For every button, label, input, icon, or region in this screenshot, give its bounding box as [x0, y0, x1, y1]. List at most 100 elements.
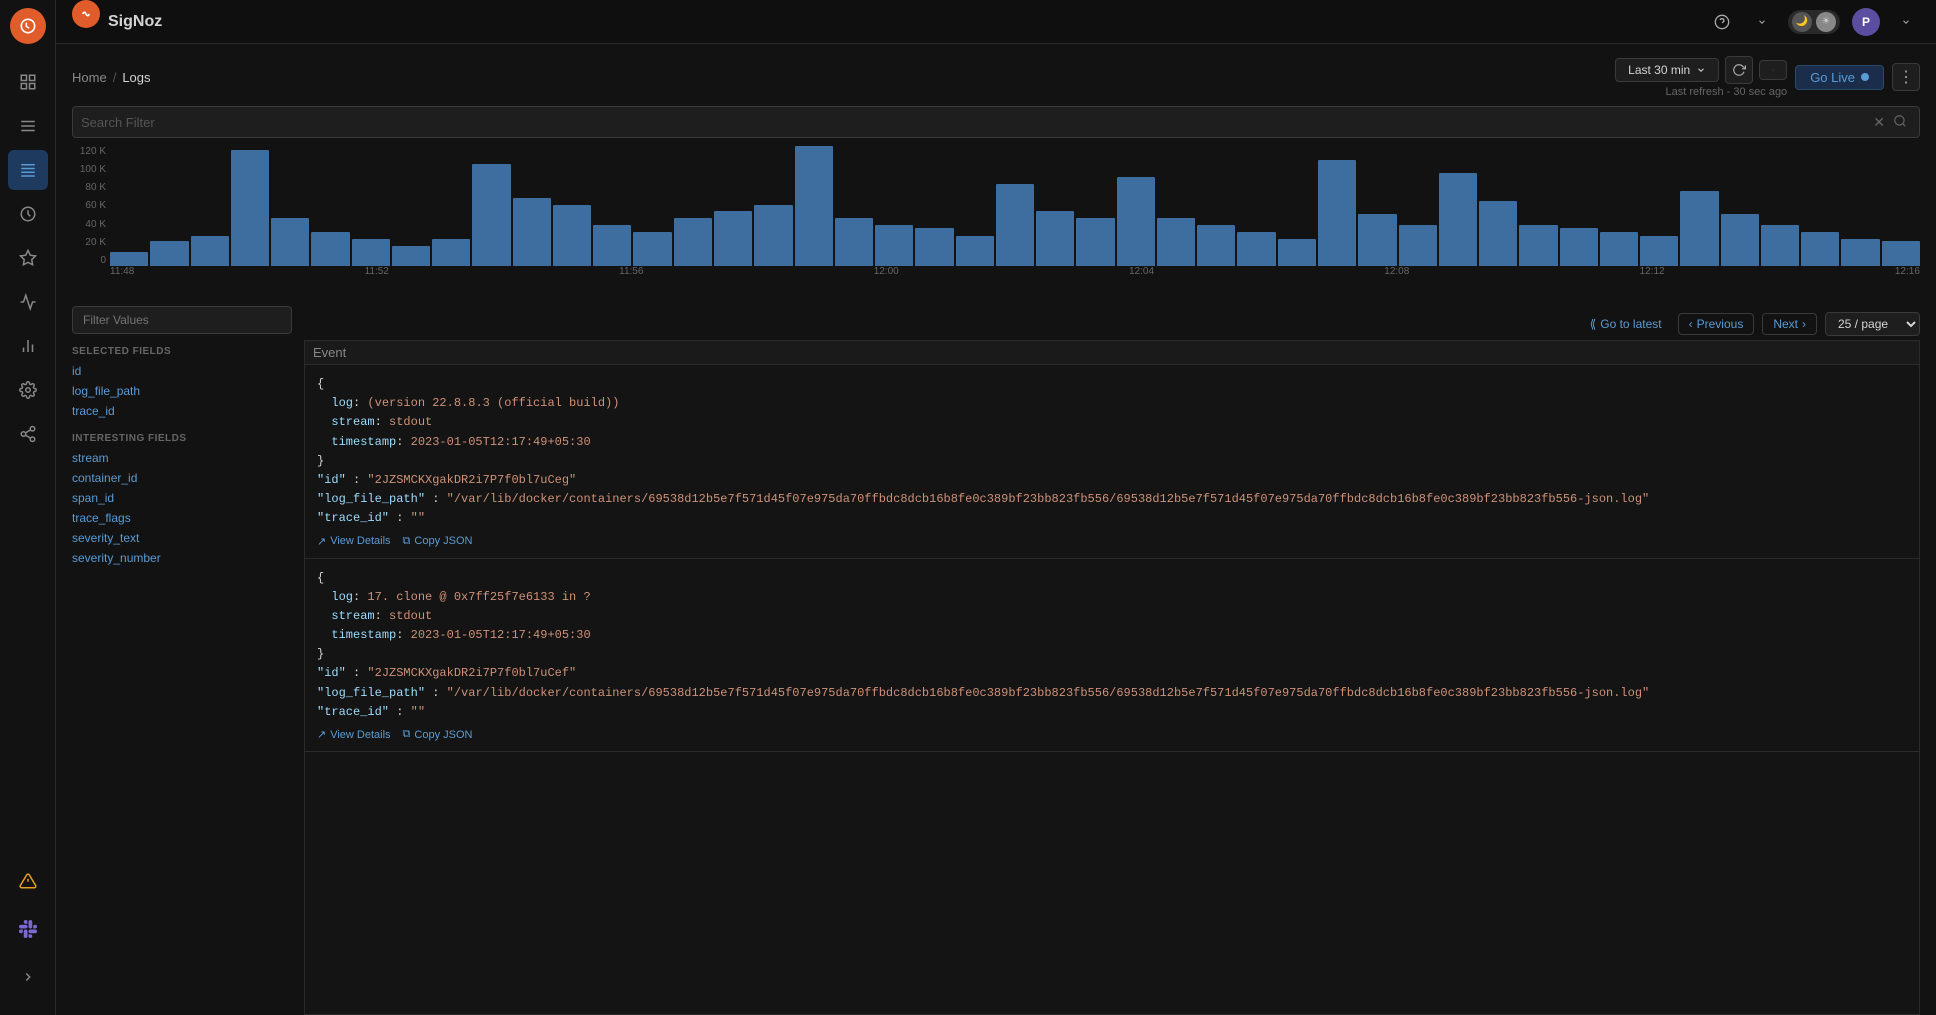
next-button[interactable]: Next ›: [1762, 313, 1817, 335]
field-stream[interactable]: stream: [72, 448, 292, 468]
view-details-button-2[interactable]: ↗ View Details: [317, 728, 391, 741]
chart-bar-41[interactable]: [1761, 225, 1799, 266]
chart-bar-14[interactable]: [674, 218, 712, 266]
chart-bar-42[interactable]: [1801, 232, 1839, 266]
sidebar-item-settings[interactable]: [8, 370, 48, 410]
breadcrumb-separator: /: [113, 70, 117, 85]
chart-bar-2[interactable]: [191, 236, 229, 266]
field-container-id[interactable]: container_id: [72, 468, 292, 488]
chart-bar-33[interactable]: [1439, 173, 1477, 266]
entry2-filepath-line: "log_file_path" : "/var/lib/docker/conta…: [317, 684, 1907, 703]
sidebar-item-slack[interactable]: [8, 909, 48, 949]
chart-bar-29[interactable]: [1278, 239, 1316, 266]
chart-bar-12[interactable]: [593, 225, 631, 266]
chart-bar-7[interactable]: [392, 246, 430, 266]
chart-bar-10[interactable]: [513, 198, 551, 266]
chart-bar-37[interactable]: [1600, 232, 1638, 266]
chart-bar-28[interactable]: [1237, 232, 1275, 266]
refresh-button[interactable]: [1725, 56, 1753, 84]
chart-bar-25[interactable]: [1117, 177, 1155, 266]
chart-bar-3[interactable]: [231, 150, 269, 266]
chart-bar-26[interactable]: [1157, 218, 1195, 266]
field-trace-flags[interactable]: trace_flags: [72, 508, 292, 528]
chart-bar-15[interactable]: [714, 211, 752, 266]
sidebar-item-alerts[interactable]: [8, 238, 48, 278]
search-input[interactable]: [81, 115, 1869, 130]
field-severity-number[interactable]: severity_number: [72, 548, 292, 568]
chart-bar-20[interactable]: [915, 228, 953, 266]
field-trace-id[interactable]: trace_id: [72, 401, 292, 421]
sidebar-item-analytics[interactable]: [8, 282, 48, 322]
chart-bar-0[interactable]: [110, 252, 148, 266]
page-size-select[interactable]: 25 / page 50 / page 100 / page: [1825, 312, 1920, 336]
chart-bar-43[interactable]: [1841, 239, 1879, 266]
view-details-icon-2: ↗: [317, 728, 326, 741]
clear-search-button[interactable]: ✕: [1869, 114, 1889, 131]
more-options-button[interactable]: ⋮: [1892, 63, 1920, 91]
time-range-dropdown-button[interactable]: [1759, 60, 1787, 80]
sidebar-item-overview[interactable]: [8, 62, 48, 102]
previous-button[interactable]: ‹ Previous: [1678, 313, 1755, 335]
view-details-button-1[interactable]: ↗ View Details: [317, 535, 391, 548]
field-id[interactable]: id: [72, 361, 292, 381]
chart-bar-21[interactable]: [956, 236, 994, 266]
time-range-button[interactable]: Last 30 min: [1615, 58, 1719, 82]
sidebar-item-dashboard[interactable]: [8, 194, 48, 234]
sidebar-item-logs[interactable]: [8, 150, 48, 190]
chart-bar-1[interactable]: [150, 241, 188, 266]
user-dropdown-button[interactable]: [1892, 8, 1920, 36]
field-log-file-path[interactable]: log_file_path: [72, 381, 292, 401]
chart-bar-24[interactable]: [1076, 218, 1114, 266]
entry1-actions: ↗ View Details ⧉ Copy JSON: [317, 535, 1907, 548]
chart-bar-34[interactable]: [1479, 201, 1517, 266]
help-dropdown-button[interactable]: [1748, 8, 1776, 36]
selected-fields-section: SELECTED FIELDS id log_file_path trace_i…: [72, 346, 292, 421]
go-to-latest-button[interactable]: ⟪ Go to latest: [1590, 317, 1662, 331]
help-button[interactable]: [1708, 8, 1736, 36]
chart-bar-18[interactable]: [835, 218, 873, 266]
app-logo[interactable]: [10, 8, 46, 44]
sidebar-item-metrics[interactable]: [8, 326, 48, 366]
copy-icon-1: ⧉: [403, 535, 411, 548]
chart-bar-11[interactable]: [553, 205, 591, 266]
event-header-label: Event: [313, 345, 346, 360]
search-bar-row: ✕: [56, 106, 1936, 146]
chart-bar-38[interactable]: [1640, 236, 1678, 266]
chart-bar-35[interactable]: [1519, 225, 1557, 266]
chart-bar-17[interactable]: [795, 146, 833, 266]
sidebar-item-warning[interactable]: [8, 861, 48, 901]
chart-bar-39[interactable]: [1680, 191, 1718, 266]
chart-bar-8[interactable]: [432, 239, 470, 266]
chart-bar-23[interactable]: [1036, 211, 1074, 266]
chart-bar-44[interactable]: [1882, 241, 1920, 266]
chart-bar-32[interactable]: [1399, 225, 1437, 266]
chart-bar-31[interactable]: [1358, 214, 1396, 266]
copy-json-button-1[interactable]: ⧉ Copy JSON: [403, 535, 473, 548]
chart-bar-4[interactable]: [271, 218, 309, 266]
field-severity-text[interactable]: severity_text: [72, 528, 292, 548]
chart-bar-5[interactable]: [311, 232, 349, 266]
user-avatar[interactable]: P: [1852, 8, 1880, 36]
field-span-id[interactable]: span_id: [72, 488, 292, 508]
chart-bar-30[interactable]: [1318, 160, 1356, 266]
search-button[interactable]: [1889, 114, 1911, 131]
chart-bar-19[interactable]: [875, 225, 913, 266]
chart-bar-40[interactable]: [1721, 214, 1759, 266]
copy-json-button-2[interactable]: ⧉ Copy JSON: [403, 728, 473, 741]
chart-bar-27[interactable]: [1197, 225, 1235, 266]
sidebar-item-pipeline[interactable]: [8, 414, 48, 454]
go-live-button[interactable]: Go Live: [1795, 65, 1884, 90]
chart-bar-16[interactable]: [754, 205, 792, 266]
theme-toggle[interactable]: 🌙 ☀: [1788, 10, 1840, 34]
chart-bar-36[interactable]: [1560, 228, 1598, 266]
chart-bar-9[interactable]: [472, 164, 510, 266]
chart-bar-6[interactable]: [352, 239, 390, 266]
fields-filter-input[interactable]: [72, 306, 292, 334]
copy-json-label-1: Copy JSON: [414, 535, 472, 547]
chart-bars: [110, 146, 1920, 266]
breadcrumb-home[interactable]: Home: [72, 70, 107, 85]
chart-bar-13[interactable]: [633, 232, 671, 266]
chart-bar-22[interactable]: [996, 184, 1034, 266]
sidebar-item-expand[interactable]: [8, 957, 48, 997]
sidebar-item-menu[interactable]: [8, 106, 48, 146]
